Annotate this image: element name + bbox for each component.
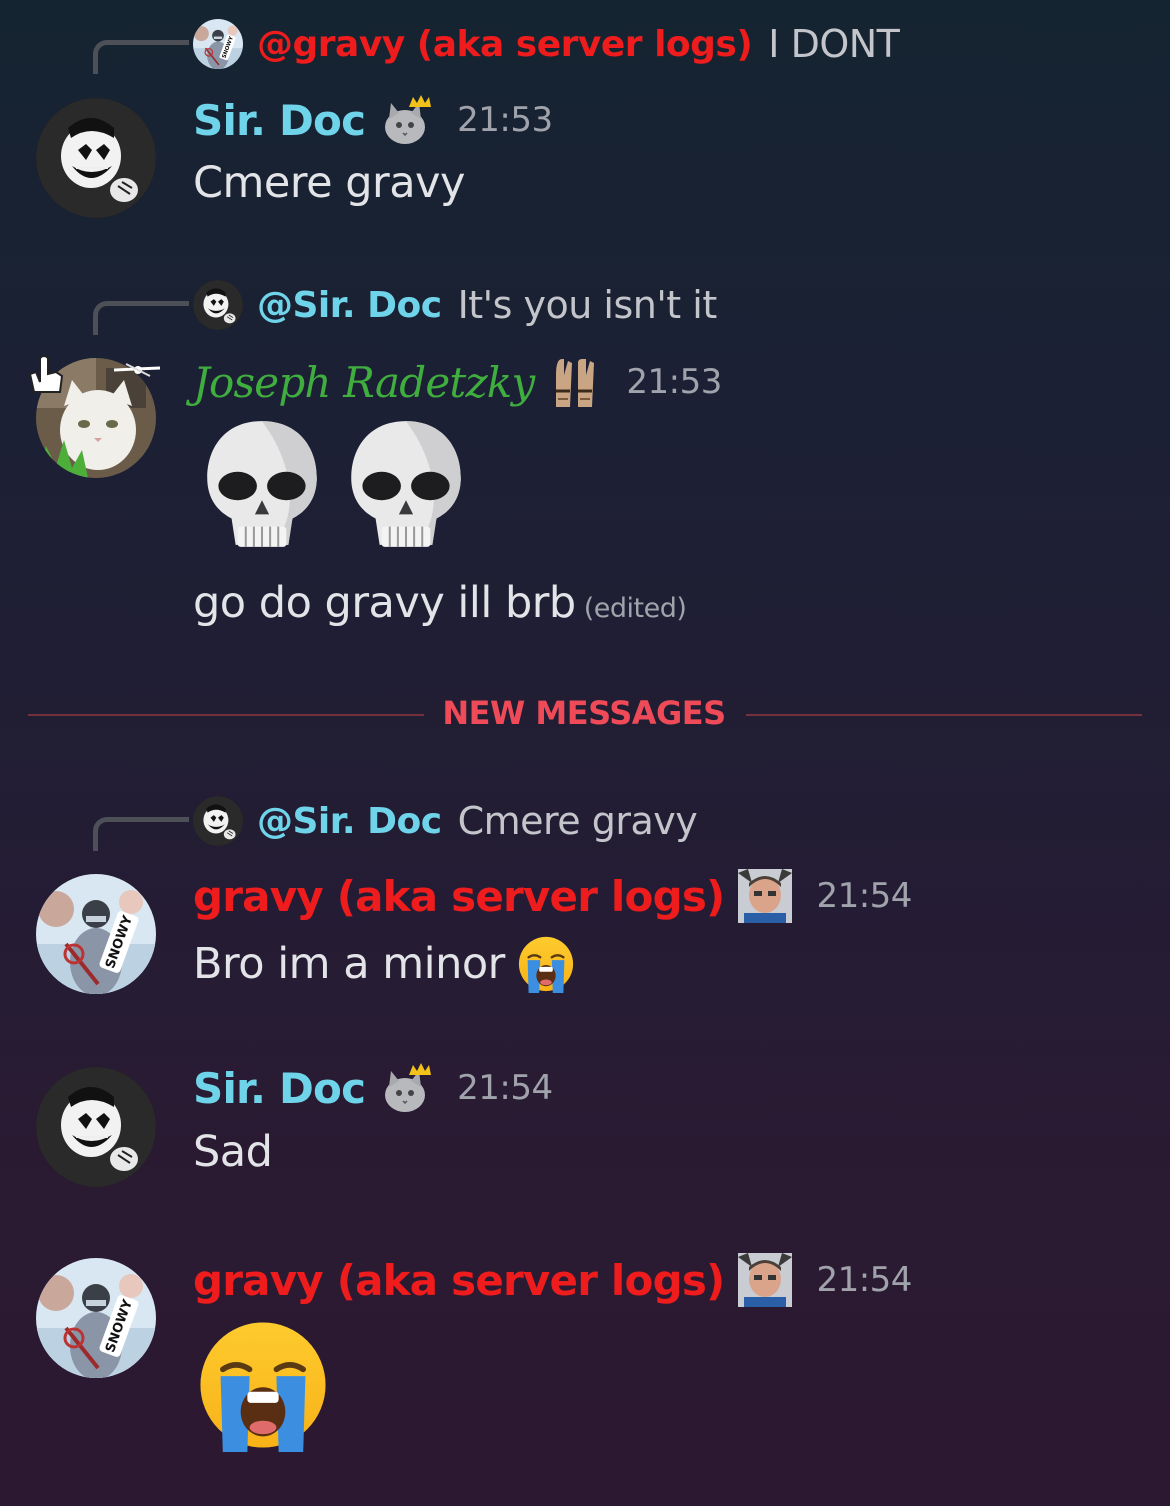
username[interactable]: Sir. Doc — [193, 1064, 366, 1113]
reply-connector — [93, 817, 189, 851]
face-cat-ears-icon — [738, 869, 792, 923]
message-text-row: Bro im a minor — [193, 935, 575, 993]
username[interactable]: gravy (aka server logs) — [193, 872, 725, 921]
message-header: Sir. Doc 21:53 — [193, 90, 553, 150]
reply-preview[interactable]: @gravy (aka server logs) I DONT — [193, 17, 900, 71]
bendy-avatar — [193, 796, 243, 846]
skull-emoji — [344, 415, 468, 557]
emoji-row — [200, 415, 468, 557]
message-text: Bro im a minor — [193, 939, 505, 989]
loudly-crying-emoji — [517, 935, 575, 993]
reply-text: It's you isn't it — [457, 283, 718, 327]
reply-mention[interactable]: @gravy (aka server logs) — [257, 24, 753, 65]
reply-mention[interactable]: @Sir. Doc — [257, 285, 442, 326]
bendy-avatar — [193, 280, 243, 330]
timestamp: 21:53 — [626, 362, 722, 402]
face-cat-ears-icon — [738, 1253, 792, 1307]
message-header: Sir. Doc 21:54 — [193, 1058, 553, 1118]
edited-label: (edited) — [583, 593, 687, 624]
bendy-avatar[interactable] — [36, 1067, 156, 1187]
message-header: Joseph Radetzky 21:53 — [193, 352, 722, 412]
timestamp: 21:53 — [457, 100, 553, 140]
reply-connector — [93, 301, 189, 335]
snowy-avatar — [193, 19, 243, 69]
snowy-avatar[interactable] — [36, 874, 156, 994]
message-text: go do gravy ill brb — [193, 578, 576, 628]
message-text: Cmere gravy — [193, 158, 465, 208]
message-header: gravy (aka server logs) 21:54 — [193, 866, 912, 926]
reply-mention[interactable]: @Sir. Doc — [257, 801, 442, 842]
username[interactable]: gravy (aka server logs) — [193, 1256, 725, 1305]
timestamp: 21:54 — [457, 1068, 553, 1108]
loudly-crying-emoji — [196, 1318, 330, 1452]
message-text-row: go do gravy ill brb (edited) — [193, 578, 687, 628]
propeller-icon — [112, 358, 162, 382]
timestamp: 21:54 — [816, 1260, 912, 1300]
reply-connector — [93, 40, 189, 74]
cat-crown-icon — [379, 1061, 433, 1115]
reply-text: Cmere gravy — [457, 799, 698, 843]
gloves-icon — [548, 355, 602, 409]
snowy-avatar[interactable] — [36, 1258, 156, 1378]
new-messages-divider-line — [746, 714, 1142, 716]
new-messages-divider-line — [28, 714, 424, 716]
reply-text: I DONT — [768, 22, 900, 66]
bendy-avatar[interactable] — [36, 98, 156, 218]
username[interactable]: Sir. Doc — [193, 96, 366, 145]
message-text: Sad — [193, 1127, 273, 1177]
cat-crown-icon — [379, 93, 433, 147]
timestamp: 21:54 — [816, 876, 912, 916]
new-messages-label: NEW MESSAGES — [442, 694, 726, 732]
message-header: gravy (aka server logs) 21:54 — [193, 1250, 912, 1310]
pointing-hand-icon — [26, 352, 70, 396]
reply-preview[interactable]: @Sir. Doc It's you isn't it — [193, 278, 717, 332]
username[interactable]: Joseph Radetzky — [193, 358, 535, 407]
reply-preview[interactable]: @Sir. Doc Cmere gravy — [193, 794, 698, 848]
skull-emoji — [200, 415, 324, 557]
